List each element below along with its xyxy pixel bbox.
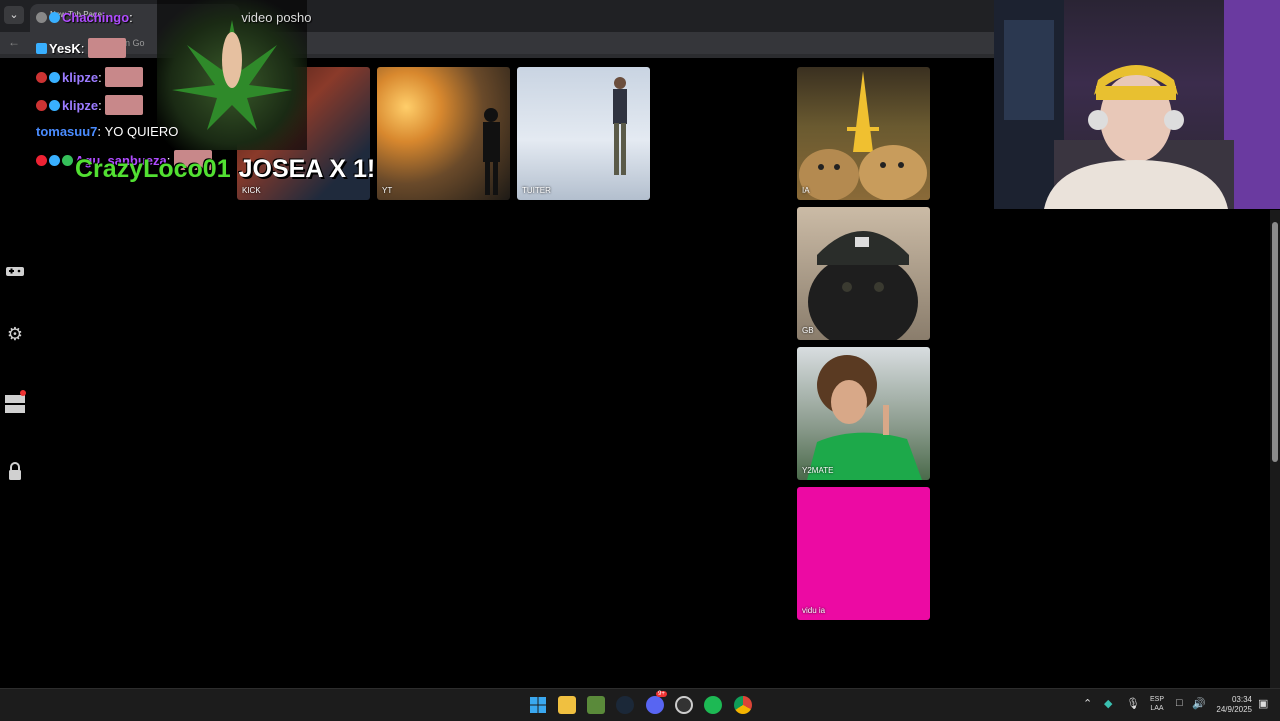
gear-icon[interactable]: ⚙ <box>4 323 26 345</box>
tile-label: TUITER <box>522 186 551 195</box>
discord-icon[interactable]: 9+ <box>646 691 667 714</box>
alert-username: CrazyLoco01 <box>75 155 231 183</box>
back-arrow-icon[interactable]: ← <box>8 35 20 49</box>
chat-message: klipze: <box>36 95 144 115</box>
alert-text: JOSEA X 1! <box>238 155 376 183</box>
badge-icon <box>49 100 60 111</box>
scrollbar-thumb[interactable] <box>1272 222 1278 462</box>
chat-username: klipze <box>62 98 99 113</box>
chat-message: klipze: <box>36 67 144 87</box>
chat-emote <box>105 67 144 87</box>
tile-label: YT <box>382 186 393 195</box>
badge-icon <box>36 72 47 83</box>
chrome-icon[interactable] <box>734 696 752 714</box>
tile-label: GB <box>802 326 814 335</box>
badge-icon <box>36 100 47 111</box>
tile-label: IA <box>802 186 810 195</box>
windows-start-icon[interactable] <box>529 696 547 714</box>
steam-icon[interactable] <box>616 696 634 714</box>
follow-alert: CrazyLoco01 JOSEA X 1! <box>75 155 375 184</box>
lock-icon[interactable] <box>4 460 26 482</box>
chat-username: klipze <box>62 70 99 85</box>
chevron-up-icon[interactable]: ⌃ <box>1083 697 1092 710</box>
badge-icon <box>49 155 60 166</box>
gamepad-icon[interactable] <box>4 260 26 282</box>
badge-icon <box>62 155 73 166</box>
notification-icon[interactable]: ▣ <box>1258 697 1268 710</box>
chat-text: YO QUIERO <box>104 124 179 139</box>
network-app-icon[interactable]: ◆ <box>1104 697 1112 710</box>
system-clock[interactable]: 03:34 24/9/2025 <box>1208 695 1252 715</box>
tile-label: vidu ia <box>802 606 826 615</box>
page-scrollbar[interactable] <box>1270 210 1280 688</box>
tile-gb[interactable]: GB <box>797 207 930 340</box>
discord-badge: 9+ <box>656 691 667 697</box>
tile-yt[interactable]: YT <box>377 67 510 200</box>
tile-ia[interactable]: IA <box>797 67 930 200</box>
language-indicator[interactable]: ESP LAA <box>1146 695 1168 713</box>
badge-icon <box>36 155 47 166</box>
chat-text: video posho <box>241 10 312 25</box>
list-icon[interactable] <box>4 390 26 413</box>
obs-icon[interactable] <box>675 696 693 714</box>
chevron-down-icon[interactable]: ⌄ <box>4 6 24 24</box>
tile-y2mate[interactable]: Y2MATE <box>797 347 930 480</box>
chat-username: Chachingo <box>62 10 130 25</box>
spotify-icon[interactable] <box>704 696 722 714</box>
tile-label: Y2MATE <box>802 466 834 475</box>
volume-icon[interactable]: 🔊 <box>1192 697 1206 710</box>
badge-icon <box>49 72 60 83</box>
chat-username: YesK <box>49 41 81 56</box>
microphone-icon[interactable]: 🎙 <box>1126 697 1140 710</box>
minecraft-icon[interactable] <box>587 696 605 714</box>
tile-vidu-ia[interactable]: vidu ia <box>797 487 930 620</box>
badge-icon <box>49 12 60 23</box>
webcam-overlay <box>994 0 1280 209</box>
tile-label: KICK <box>242 186 261 195</box>
badge-icon <box>36 43 47 54</box>
windows-taskbar: 9+ ⌃ ◆ 🎙 ESP LAA □ 🔊 03:34 24/9/2025 ▣ <box>0 688 1280 721</box>
chat-message: tomasuu7: YO QUIERO <box>36 124 179 139</box>
badge-icon <box>36 12 47 23</box>
chat-emote <box>105 95 144 115</box>
chat-message: YesK: <box>36 38 127 58</box>
chat-emote <box>88 38 127 58</box>
tile-tuiter[interactable]: TUITER <box>517 67 650 200</box>
chat-username: tomasuu7 <box>36 124 98 139</box>
chat-message: Chachingo: video posho <box>36 10 312 25</box>
file-explorer-icon[interactable] <box>558 696 576 714</box>
display-icon[interactable]: □ <box>1176 697 1183 709</box>
